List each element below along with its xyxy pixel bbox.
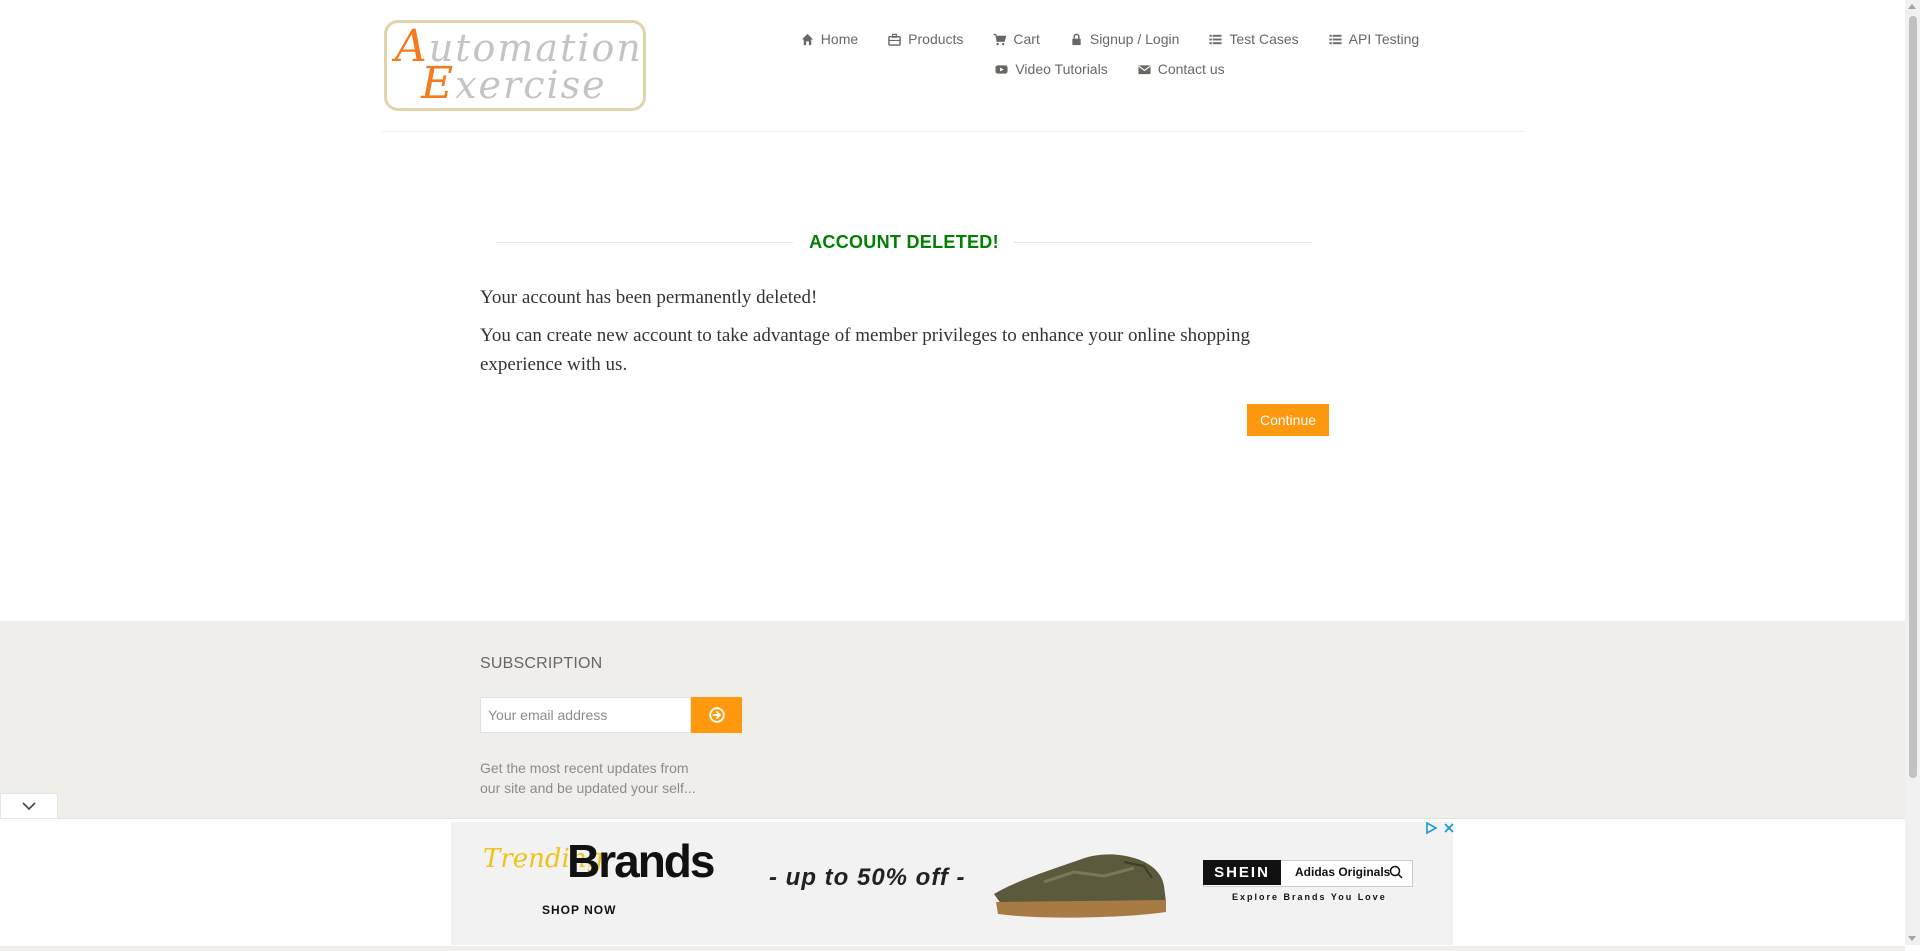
main-nav: Home Products Cart Signup / Login Test C…	[780, 28, 1440, 80]
nav-signup-login-label: Signup / Login	[1089, 31, 1180, 47]
scrollbar-thumb[interactable]	[1909, 16, 1917, 778]
nav-cart[interactable]: Cart	[993, 28, 1040, 50]
nav-home[interactable]: Home	[801, 28, 858, 50]
close-icon[interactable]	[1443, 822, 1455, 834]
scroll-up-arrow-icon[interactable]	[1908, 4, 1916, 9]
arrow-circle-right-icon	[708, 707, 725, 723]
nav-products[interactable]: Products	[888, 28, 963, 50]
nav-video-tutorials[interactable]: Video Tutorials	[995, 58, 1108, 80]
subscribe-email-input[interactable]	[480, 697, 691, 733]
subscription-description: Get the most recent updates from our sit…	[480, 760, 696, 796]
nav-api-testing[interactable]: API Testing	[1329, 28, 1420, 50]
ad-brands-text: Brands	[567, 835, 715, 887]
ad-collapse-toggle[interactable]	[0, 793, 58, 819]
scroll-down-arrow-icon[interactable]	[1908, 936, 1916, 941]
continue-button[interactable]: Continue	[1247, 404, 1329, 436]
nav-contact-us-label: Contact us	[1157, 61, 1225, 77]
cart-icon	[993, 33, 1007, 45]
youtube-icon	[995, 64, 1008, 74]
nav-signup-login[interactable]: Signup / Login	[1070, 28, 1180, 50]
nav-test-cases-label: Test Cases	[1229, 31, 1299, 47]
page-scrollbar[interactable]	[1905, 0, 1920, 945]
lock-icon	[1072, 33, 1081, 45]
list-icon	[1209, 34, 1222, 44]
subscription-title: SUBSCRIPTION	[480, 655, 603, 672]
header-divider	[382, 131, 1524, 132]
search-icon	[1389, 865, 1403, 879]
privileges-message: You can create new account to take advan…	[480, 325, 1250, 375]
account-deleted-heading-row: ACCOUNT DELETED!	[496, 230, 1312, 254]
deleted-message: Your account has been permanently delete…	[480, 287, 818, 308]
page-title: ACCOUNT DELETED!	[809, 232, 999, 252]
sneaker-image	[994, 854, 1166, 918]
site-logo[interactable]: Automation Exercise	[384, 20, 646, 111]
briefcase-icon	[888, 33, 901, 46]
list-icon	[1329, 34, 1342, 44]
ad-banner[interactable]: Trending Brands SHOP NOW - up to 50% off…	[451, 822, 1453, 945]
nav-cart-label: Cart	[1013, 31, 1040, 47]
ad-shein-logo: SHEIN	[1203, 860, 1281, 885]
envelope-icon	[1138, 64, 1151, 74]
adchoices-icon[interactable]	[1425, 822, 1437, 834]
nav-video-tutorials-label: Video Tutorials	[1015, 61, 1108, 77]
ad-controls	[1425, 822, 1455, 834]
nav-contact-us[interactable]: Contact us	[1138, 58, 1225, 80]
ad-offer-text: - up to 50% off -	[769, 864, 966, 891]
subscribe-button[interactable]	[691, 697, 742, 733]
home-icon	[801, 33, 813, 45]
nav-test-cases[interactable]: Test Cases	[1209, 28, 1299, 50]
nav-home-label: Home	[820, 31, 859, 47]
nav-products-label: Products	[908, 31, 964, 47]
logo-line-2: Exercise	[421, 58, 607, 109]
chevron-down-icon	[22, 802, 36, 811]
nav-api-testing-label: API Testing	[1348, 31, 1420, 47]
ad-shop-now[interactable]: SHOP NOW	[542, 903, 616, 917]
ad-adidas-text: Adidas Originals	[1295, 865, 1391, 879]
ad-explore-text: Explore Brands You Love	[1232, 892, 1387, 902]
